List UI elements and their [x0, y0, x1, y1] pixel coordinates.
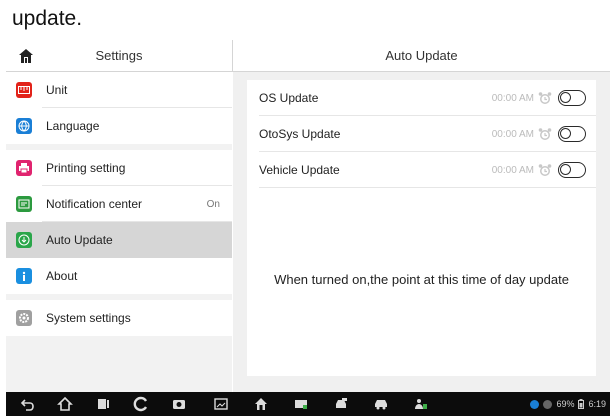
info-icon — [16, 268, 32, 284]
update-toggle[interactable] — [558, 90, 586, 106]
car-icon — [336, 398, 347, 408]
home-alt-icon — [255, 398, 267, 410]
sidebar-item-label: Auto Update — [46, 233, 113, 247]
sidebar-item-notification-center[interactable]: Notification center On — [6, 186, 232, 222]
nav-car-button[interactable] — [326, 392, 356, 416]
sidebar-item-auto-update[interactable]: Auto Update — [6, 222, 232, 258]
nav-people-button[interactable] — [406, 392, 436, 416]
update-label: OS Update — [259, 91, 319, 105]
update-row-vehicle-update: Vehicle Update 00:00 AM — [247, 152, 596, 188]
update-settings-card: OS Update 00:00 AM OtoSys Update 00:00 A… — [247, 80, 596, 376]
sidebar-item-label: Unit — [46, 83, 68, 97]
sidebar-item-language[interactable]: Language — [6, 108, 232, 144]
auto-update-panel: OS Update 00:00 AM OtoSys Update 00:00 A… — [233, 72, 610, 392]
sidebar-item-label: About — [46, 269, 78, 283]
globe-icon — [16, 118, 32, 134]
sidebar-group: System settings — [6, 300, 232, 336]
sidebar-group: Printing setting Notification center On Aut… — [6, 150, 232, 294]
nav-car-alt-button[interactable] — [366, 392, 396, 416]
update-label: OtoSys Update — [259, 127, 341, 141]
update-row-os-update: OS Update 00:00 AM — [247, 80, 596, 116]
vci-icon — [295, 400, 307, 409]
update-icon — [16, 232, 32, 248]
sidebar-item-label: Notification center — [46, 197, 143, 211]
nav-browser-button[interactable] — [126, 392, 156, 416]
update-toggle[interactable] — [558, 162, 586, 178]
tablet-screen: Settings Auto Update Unit Language Printin… — [6, 40, 610, 416]
home-icon[interactable] — [18, 48, 34, 64]
printer-icon — [16, 160, 32, 176]
schedule-time[interactable]: 00:00 AM — [492, 93, 534, 104]
battery-icon — [578, 399, 585, 409]
nav-recent-apps-button[interactable] — [88, 392, 118, 416]
sidebar-item-about[interactable]: About — [6, 258, 232, 294]
alarm-clock-icon[interactable] — [538, 127, 552, 141]
alarm-icon — [543, 399, 553, 409]
sidebar-item-label: Language — [46, 119, 100, 133]
sidebar-item-label: Printing setting — [46, 161, 126, 175]
browser-icon — [133, 396, 148, 412]
car-alt-icon — [375, 400, 387, 410]
sidebar-item-value: On — [206, 198, 220, 210]
update-toggle[interactable] — [558, 126, 586, 142]
alarm-clock-icon[interactable] — [538, 163, 552, 177]
nav-image-button[interactable] — [206, 392, 236, 416]
notification-icon — [16, 196, 32, 212]
toggle-knob — [560, 164, 571, 175]
hint-text: When turned on,the point at this time of… — [274, 272, 569, 287]
navigation-bar: 69% 6:19 — [6, 392, 610, 416]
update-label: Vehicle Update — [259, 163, 340, 177]
settings-title: Settings — [95, 48, 143, 63]
toggle-knob — [560, 128, 571, 139]
message-icon — [530, 399, 540, 409]
auto-update-header: Auto Update — [233, 40, 610, 72]
schedule-time[interactable]: 00:00 AM — [492, 129, 534, 140]
sidebar-item-printing-setting[interactable]: Printing setting — [6, 150, 232, 186]
clock: 6:19 — [588, 399, 606, 409]
nav-back-button[interactable] — [12, 392, 42, 416]
recent-apps-icon — [98, 399, 109, 409]
alarm-clock-icon[interactable] — [538, 91, 552, 105]
nav-home-button[interactable] — [50, 392, 80, 416]
sidebar-group: Unit Language — [6, 72, 232, 144]
gear-icon — [16, 310, 32, 326]
settings-sidebar: Unit Language Printing setting Notification… — [6, 72, 232, 392]
update-row-otosys-update: OtoSys Update 00:00 AM — [247, 116, 596, 152]
toggle-knob — [560, 92, 571, 103]
document-heading: update. — [12, 7, 83, 30]
separator — [259, 187, 596, 188]
camera-icon — [173, 400, 185, 409]
screen: update. Settings Auto Update Unit Languag… — [0, 0, 610, 416]
settings-header: Settings — [6, 40, 232, 72]
schedule-time[interactable]: 00:00 AM — [492, 165, 534, 176]
status-area: 69% 6:19 — [530, 399, 610, 409]
home-icon — [57, 396, 73, 411]
nav-home-alt-button[interactable] — [246, 392, 276, 416]
nav-vci-button[interactable] — [286, 392, 316, 416]
sidebar-item-unit[interactable]: Unit — [6, 72, 232, 108]
image-icon — [214, 398, 228, 410]
back-icon — [20, 399, 34, 411]
unit-icon — [16, 82, 32, 98]
nav-camera-button[interactable] — [164, 392, 194, 416]
battery-percent: 69% — [556, 399, 575, 409]
sidebar-item-label: System settings — [46, 311, 131, 325]
sidebar-item-system-settings[interactable]: System settings — [6, 300, 232, 336]
people-icon — [415, 399, 427, 409]
